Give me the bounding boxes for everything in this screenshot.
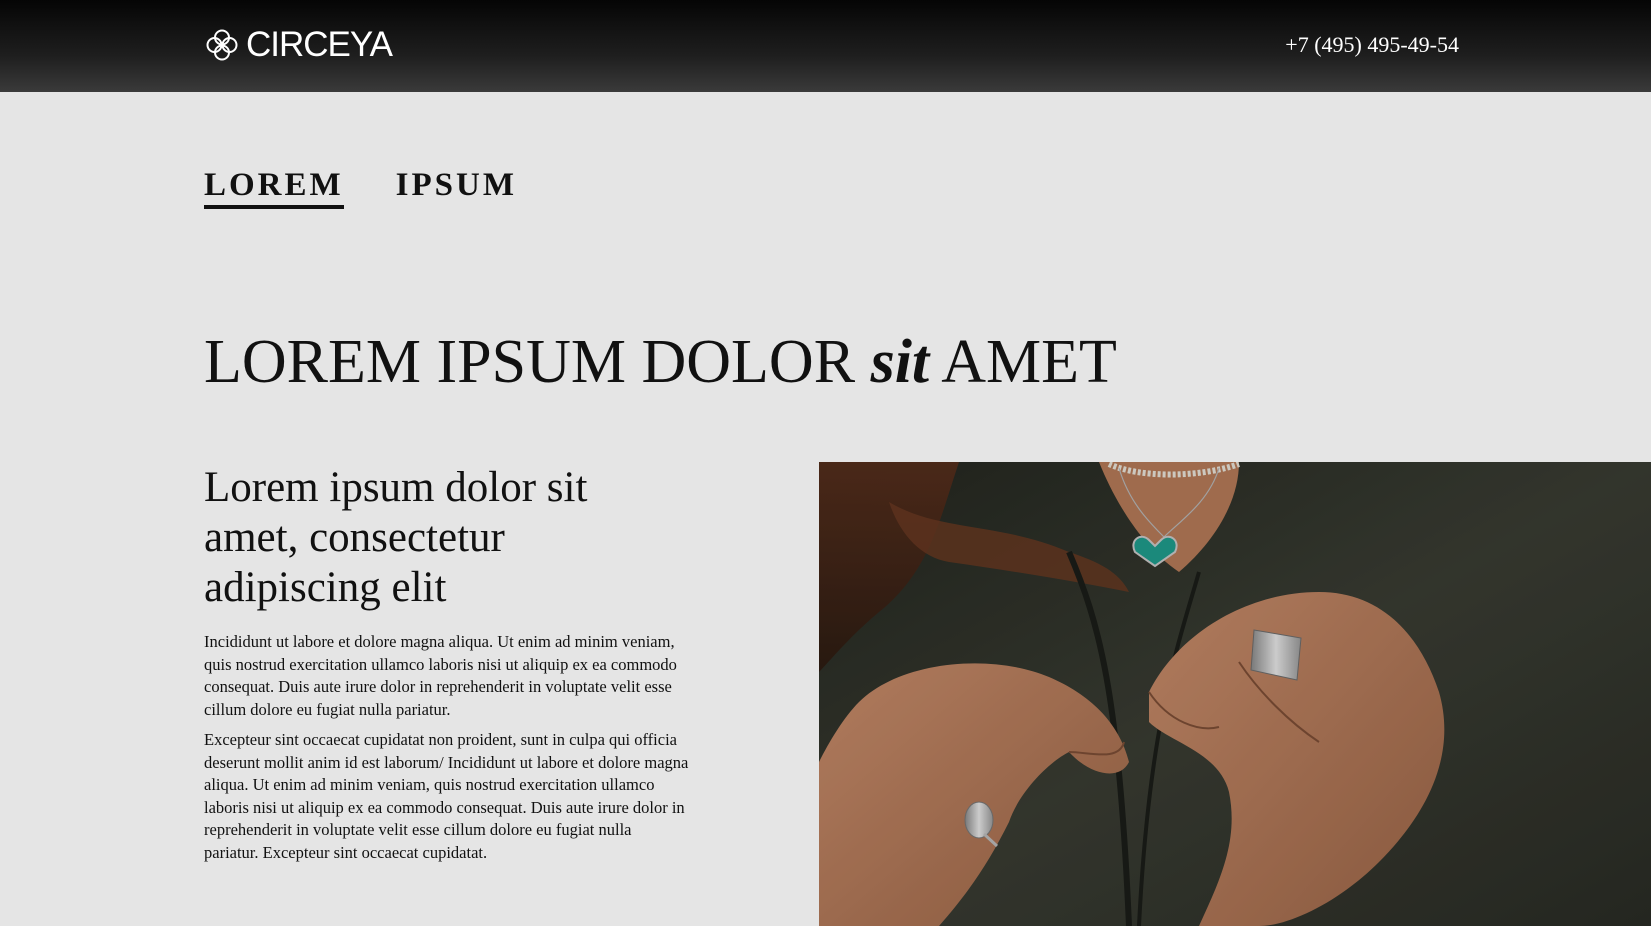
logo-text: CIRCEYA [246,25,393,64]
jewelry-photo [819,462,1651,926]
paragraph: Excepteur sint occaecat cupidatat non pr… [204,730,689,862]
logo[interactable]: CIRCEYA [204,25,393,64]
title-part-2: AMET [941,328,1117,396]
tab-lorem[interactable]: LOREM [204,167,344,209]
jewelry-photo-icon [819,462,1651,926]
tab-ipsum[interactable]: IPSUM [396,167,517,209]
flower-logo-icon [206,29,238,61]
tab-bar: LOREM IPSUM [204,167,517,209]
title-italic-word: sit [870,328,930,396]
phone-link[interactable]: +7 (495) 495-49-54 [1285,32,1459,58]
section-subheading: Lorem ipsum dolor sit amet, consectetur … [204,464,588,611]
site-header: CIRCEYA +7 (495) 495-49-54 [0,0,1651,92]
page-title: LOREM IPSUM DOLOR sit AMET [204,326,1117,398]
paragraph: Incididunt ut labore et dolore magna ali… [204,632,677,719]
title-part-1: LOREM IPSUM DOLOR [204,328,856,396]
body-text: Incididunt ut labore et dolore magna ali… [204,631,689,872]
